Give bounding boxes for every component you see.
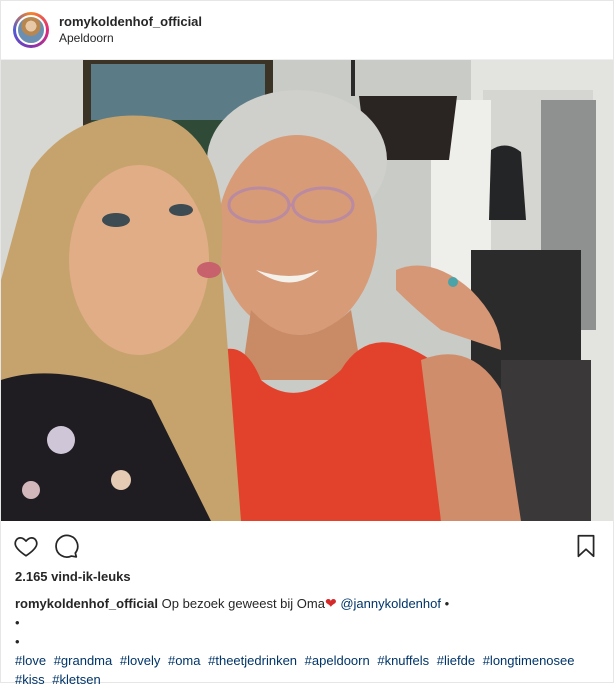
hashtag-link[interactable]: #liefde: [437, 653, 475, 668]
bookmark-icon[interactable]: [573, 533, 599, 559]
avatar-image: [16, 15, 46, 45]
caption-dot-line: •: [15, 634, 20, 649]
hashtag-link[interactable]: #lovely: [120, 653, 160, 668]
username-link[interactable]: romykoldenhof_official: [59, 13, 202, 30]
hashtag-link[interactable]: #kiss: [15, 672, 45, 687]
hashtag-link[interactable]: #oma: [168, 653, 201, 668]
location-link[interactable]: Apeldoorn: [59, 30, 202, 47]
hashtag-link[interactable]: #knuffels: [377, 653, 429, 668]
hashtag-link[interactable]: #love: [15, 653, 46, 668]
hashtag-list: #love #grandma #lovely #oma #theetjedrin…: [1, 651, 609, 689]
hashtag-link[interactable]: #theetjedrinken: [208, 653, 297, 668]
instagram-post: romykoldenhof_official Apeldoorn 2.165 v…: [0, 0, 614, 687]
caption: romykoldenhof_official Op bezoek geweest…: [1, 594, 613, 613]
caption-text: Op bezoek geweest bij Oma: [161, 596, 325, 611]
post-header: romykoldenhof_official Apeldoorn: [1, 1, 613, 60]
mention-link[interactable]: @jannykoldenhof: [340, 596, 441, 611]
caption-trailing-dot: •: [444, 596, 450, 611]
hashtag-link[interactable]: #kletsen: [52, 672, 100, 687]
post-actions: [1, 521, 613, 571]
likes-count[interactable]: 2.165 vind-ik-leuks: [1, 569, 613, 584]
post-photo[interactable]: [1, 60, 613, 521]
caption-author[interactable]: romykoldenhof_official: [15, 596, 158, 611]
hashtag-link[interactable]: #apeldoorn: [305, 653, 370, 668]
photo-illustration: [1, 60, 613, 521]
heart-outline-icon[interactable]: [13, 533, 39, 559]
user-meta: romykoldenhof_official Apeldoorn: [59, 13, 202, 47]
hashtag-link[interactable]: #grandma: [54, 653, 113, 668]
red-heart-emoji: ❤: [324, 595, 337, 611]
caption-dot-line: •: [15, 615, 20, 630]
hashtag-link[interactable]: #longtimenosee: [483, 653, 575, 668]
speech-bubble-icon[interactable]: [53, 533, 79, 559]
avatar[interactable]: [13, 12, 49, 48]
